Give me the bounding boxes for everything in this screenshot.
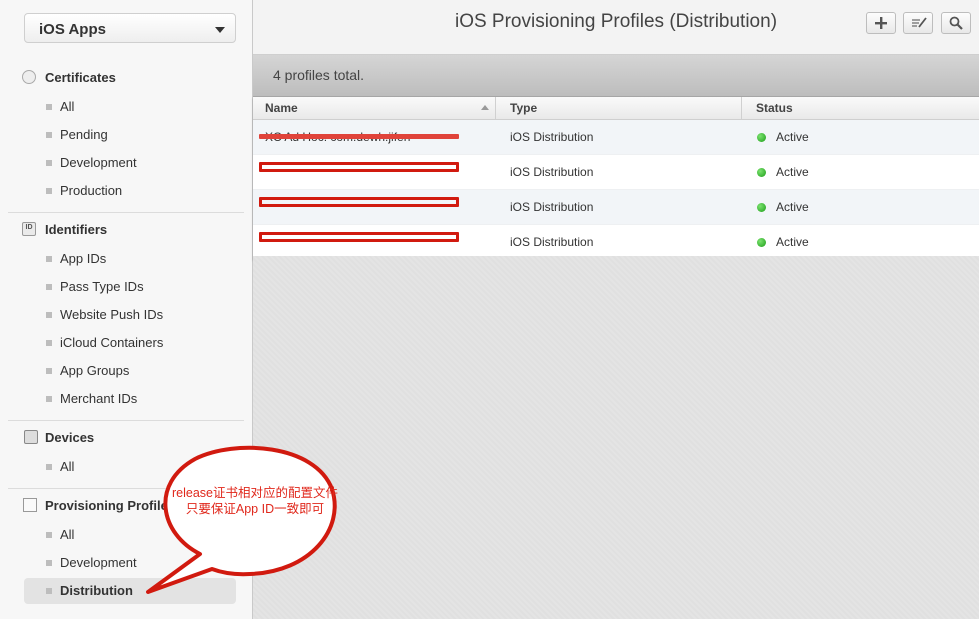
column-separator — [495, 97, 496, 119]
bullet-icon — [46, 256, 52, 262]
sidebar-item-label: All — [60, 459, 75, 474]
bullet-icon — [46, 340, 52, 346]
profile-status: Active — [776, 165, 809, 179]
profile-count: 4 profiles total. — [273, 67, 365, 83]
document-icon — [23, 498, 37, 512]
status-active-icon — [757, 238, 766, 247]
content-background — [253, 256, 979, 619]
sidebar-item-merchant-ids[interactable]: Merchant IDs — [24, 386, 236, 412]
profiles-table: Name Type Status XC Ad Hoc: com.dewh.jif… — [253, 97, 979, 260]
app-type-select[interactable]: iOS Apps — [24, 13, 236, 43]
status-active-icon — [757, 203, 766, 212]
sidebar-item-certificates-all[interactable]: All — [24, 94, 236, 120]
sidebar-item-label: App Groups — [60, 363, 130, 378]
add-icon — [875, 17, 887, 29]
sidebar-item-label: Website Push IDs — [60, 307, 164, 322]
table-row[interactable]: iOS Distribution Active — [253, 190, 979, 225]
id-badge-icon: ID — [22, 222, 36, 236]
profile-type: iOS Distribution — [510, 200, 594, 214]
summary-bar: 4 profiles total. — [253, 55, 979, 97]
edit-icon — [912, 17, 927, 28]
section-title: Devices — [45, 430, 95, 445]
search-button[interactable] — [941, 12, 971, 34]
bullet-icon — [46, 396, 52, 402]
device-icon — [24, 430, 38, 444]
profile-type: iOS Distribution — [510, 165, 594, 179]
edit-button[interactable] — [903, 12, 933, 34]
sidebar-item-certificates-development[interactable]: Development — [24, 150, 236, 176]
status-active-icon — [757, 133, 766, 142]
annotation-speech-bubble — [146, 445, 337, 594]
table-row[interactable]: iOS Distribution Active — [253, 155, 979, 190]
chevron-down-icon — [215, 27, 225, 33]
sort-ascending-icon — [481, 105, 489, 110]
sidebar-item-certificates-pending[interactable]: Pending — [24, 122, 236, 148]
sidebar-item-label: Development — [60, 555, 137, 570]
sidebar-item-icloud-containers[interactable]: iCloud Containers — [24, 330, 236, 356]
bullet-icon — [46, 160, 52, 166]
redaction-mark — [259, 162, 459, 172]
sidebar-item-label: Pass Type IDs — [60, 279, 144, 294]
sidebar-item-label: Production — [60, 183, 123, 198]
sidebar-item-label: Pending — [60, 127, 108, 142]
table-row[interactable]: iOS Distribution Active — [253, 225, 979, 260]
bullet-icon — [46, 284, 52, 290]
certificate-icon — [22, 70, 36, 84]
divider — [8, 420, 244, 421]
profile-type: iOS Distribution — [510, 130, 594, 144]
redaction-mark — [259, 232, 459, 242]
table-header: Name Type Status — [253, 97, 979, 120]
section-title: Certificates — [45, 70, 116, 85]
bullet-icon — [46, 312, 52, 318]
search-icon — [949, 16, 963, 30]
bullet-icon — [46, 368, 52, 374]
sidebar-item-label: iCloud Containers — [60, 335, 164, 350]
app-type-select-label: iOS Apps — [39, 21, 106, 38]
bullet-icon — [46, 104, 52, 110]
sidebar-item-label: All — [60, 99, 75, 114]
column-header-type[interactable]: Type — [510, 101, 537, 115]
sidebar-item-app-groups[interactable]: App Groups — [24, 358, 236, 384]
table-body: XC Ad Hoc: com.dewh.jifen iOS Distributi… — [253, 120, 979, 260]
sidebar-item-label: All — [60, 527, 75, 542]
section-title: Identifiers — [45, 222, 108, 237]
profile-status: Active — [776, 235, 809, 249]
status-active-icon — [757, 168, 766, 177]
sidebar-item-pass-type-ids[interactable]: Pass Type IDs — [24, 274, 236, 300]
header-bar: iOS Provisioning Profiles (Distribution) — [253, 0, 979, 55]
sidebar-item-label: Development — [60, 155, 137, 170]
sidebar-item-label: App IDs — [60, 251, 107, 266]
profile-type: iOS Distribution — [510, 235, 594, 249]
bullet-icon — [46, 588, 52, 594]
table-row[interactable]: XC Ad Hoc: com.dewh.jifen iOS Distributi… — [253, 120, 979, 155]
add-button[interactable] — [866, 12, 896, 34]
bullet-icon — [46, 132, 52, 138]
profile-status: Active — [776, 130, 809, 144]
bullet-icon — [46, 464, 52, 470]
profile-status: Active — [776, 200, 809, 214]
column-header-status[interactable]: Status — [756, 101, 793, 115]
column-separator — [741, 97, 742, 119]
sidebar-item-app-ids[interactable]: App IDs — [24, 246, 236, 272]
sidebar-item-label: Merchant IDs — [60, 391, 138, 406]
column-header-name[interactable]: Name — [265, 101, 298, 115]
bullet-icon — [46, 188, 52, 194]
bullet-icon — [46, 532, 52, 538]
redaction-mark — [259, 197, 459, 207]
annotation-text: release证书相对应的配置文件只要保证App ID一致即可 — [172, 486, 338, 516]
sidebar-item-label: Distribution — [60, 583, 133, 598]
sidebar-item-website-push-ids[interactable]: Website Push IDs — [24, 302, 236, 328]
redaction-mark — [259, 134, 459, 139]
divider — [8, 212, 244, 213]
bullet-icon — [46, 560, 52, 566]
sidebar-item-certificates-production[interactable]: Production — [24, 178, 236, 204]
